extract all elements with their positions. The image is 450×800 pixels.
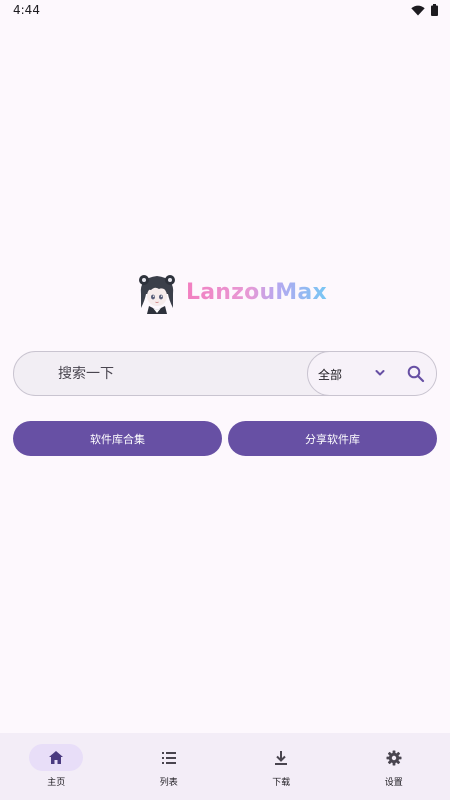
nav-label-home: 主页 (47, 778, 66, 788)
software-collection-button[interactable]: 软件库合集 (13, 421, 222, 456)
nav-label-download: 下载 (272, 778, 291, 788)
search-icon[interactable] (406, 364, 426, 384)
download-icon (275, 751, 288, 765)
status-icons (411, 4, 438, 16)
wifi-icon (411, 5, 425, 15)
nav-item-home[interactable]: 主页 (0, 733, 113, 800)
app-screen: 4:44 LanzouMax 搜索一下 全部 软件库合集 分享软件库 主页 列表… (0, 0, 450, 800)
gear-icon (386, 750, 402, 766)
nav-label-settings: 设置 (384, 778, 403, 788)
nav-item-download[interactable]: 下载 (225, 733, 338, 800)
nav-item-list[interactable]: 列表 (113, 733, 226, 800)
search-bar: 全部 (13, 351, 437, 396)
list-icon (161, 752, 176, 764)
scope-selected-label: 全部 (318, 368, 343, 382)
share-software-button[interactable]: 分享软件库 (228, 421, 437, 456)
nav-label-list: 列表 (159, 778, 178, 788)
home-icon (49, 751, 64, 764)
app-logo: LanzouMax (135, 270, 327, 314)
chevron-down-icon (375, 370, 385, 376)
battery-icon (431, 4, 438, 16)
logo-title: LanzouMax (186, 279, 327, 305)
nav-item-settings[interactable]: 设置 (338, 733, 450, 800)
status-bar: 4:44 (0, 0, 450, 22)
status-time: 4:44 (13, 3, 40, 17)
scope-dropdown[interactable]: 全部 (307, 352, 436, 395)
bottom-navigation: 主页 列表 下载 设置 (0, 733, 450, 800)
avatar-logo-icon (139, 275, 175, 314)
search-input[interactable] (14, 352, 308, 395)
